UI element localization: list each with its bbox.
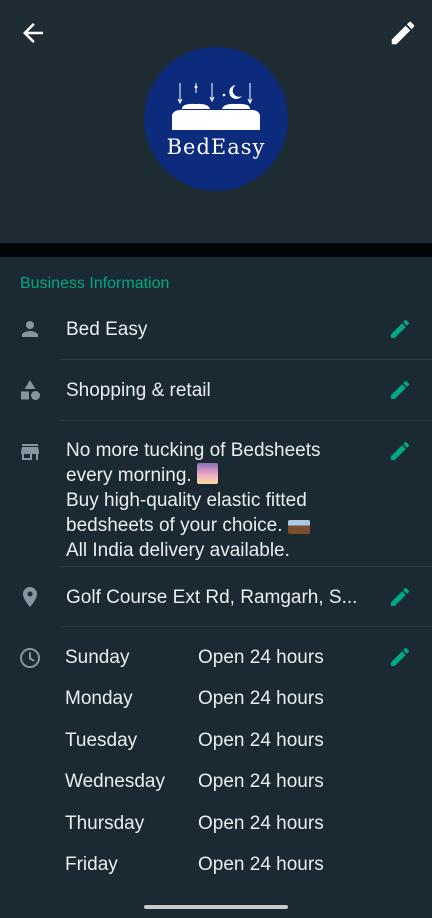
description-line-text: every morning. <box>66 465 197 486</box>
edit-profile-button[interactable] <box>388 18 418 48</box>
hours-value: Open 24 hours <box>198 647 324 668</box>
section-title: Business Information <box>20 275 170 292</box>
logo-bed-graphic <box>172 83 260 130</box>
description-line-text: bedsheets of your choice. <box>66 515 288 536</box>
hours-value: Open 24 hours <box>198 854 324 875</box>
business-address: Golf Course Ext Rd, Ramgarh, S... <box>66 587 358 608</box>
pencil-icon[interactable] <box>388 645 412 669</box>
shapes-icon <box>21 380 40 400</box>
description-line: Buy high-quality elastic fitted <box>66 490 307 511</box>
logo-text: BedEasy <box>166 135 266 159</box>
pencil-icon[interactable] <box>388 378 412 402</box>
home-indicator[interactable] <box>144 905 288 909</box>
pencil-icon[interactable] <box>388 317 412 341</box>
person-icon <box>22 321 38 337</box>
description-line: bedsheets of your choice. <box>66 513 366 538</box>
row-divider <box>60 626 432 627</box>
hours-value: Open 24 hours <box>198 688 324 709</box>
row-divider <box>60 566 432 567</box>
arrow-back-icon <box>23 23 43 43</box>
description-line: All India delivery available. <box>66 540 290 561</box>
row-divider <box>60 420 432 421</box>
hours-value: Open 24 hours <box>198 730 324 751</box>
profile-header: BedEasy <box>0 0 432 243</box>
bed-emoji-icon <box>287 520 310 534</box>
pencil-icon[interactable] <box>388 585 412 609</box>
description-line: every morning. <box>66 463 366 488</box>
hours-value: Open 24 hours <box>198 771 324 792</box>
storefront-icon <box>21 444 39 460</box>
pencil-icon[interactable] <box>388 439 412 463</box>
business-name: Bed Easy <box>66 319 148 340</box>
section-divider <box>0 243 432 257</box>
hours-day: Monday <box>65 688 133 709</box>
sunrise-emoji-icon <box>196 463 218 484</box>
business-description: No more tucking of Bedsheets every morni… <box>66 438 366 563</box>
back-button[interactable] <box>18 18 48 48</box>
location-pin-icon <box>23 587 37 607</box>
pencil-icon <box>391 21 415 45</box>
description-line: No more tucking of Bedsheets <box>66 440 321 461</box>
clock-icon <box>20 648 40 668</box>
business-logo[interactable]: BedEasy <box>144 47 288 191</box>
hours-day: Tuesday <box>65 730 138 751</box>
hours-day: Thursday <box>65 813 145 834</box>
hours-day: Friday <box>65 854 118 875</box>
hours-day: Wednesday <box>65 771 165 792</box>
hours-day: Sunday <box>65 647 130 668</box>
row-divider <box>60 359 432 360</box>
business-category: Shopping & retail <box>66 380 211 401</box>
hours-value: Open 24 hours <box>198 813 324 834</box>
